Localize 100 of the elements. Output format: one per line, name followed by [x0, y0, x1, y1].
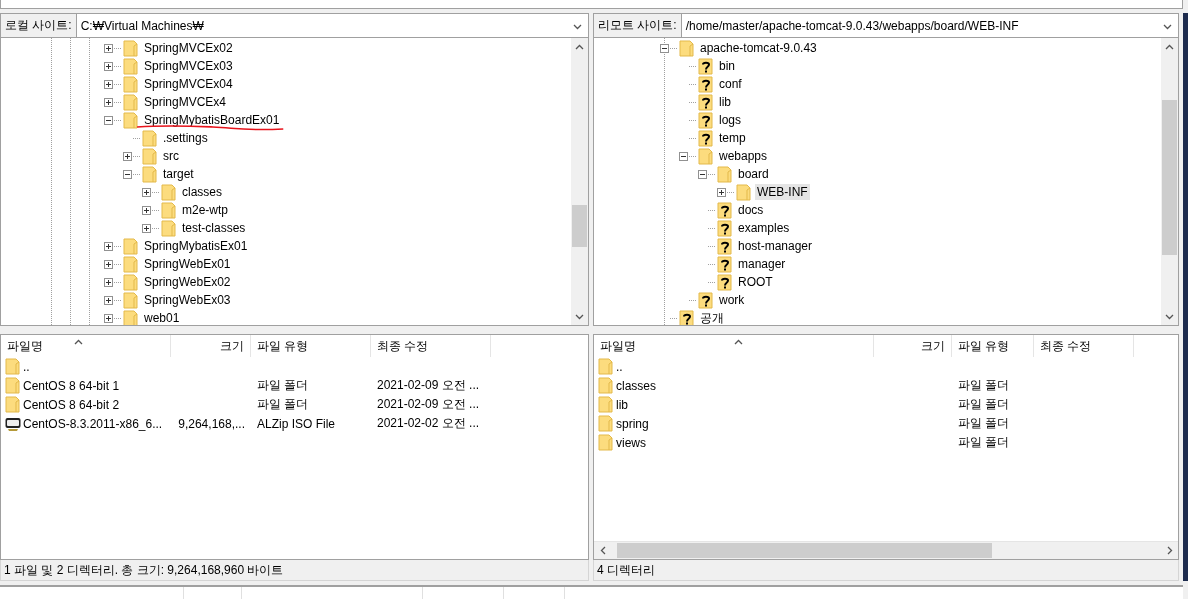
scrollbar-thumb[interactable]	[572, 205, 587, 248]
tree-item[interactable]: SpringWebEx03	[142, 292, 233, 309]
tree-item[interactable]: test-classes	[180, 220, 248, 237]
expand-toggle-icon[interactable]	[717, 187, 726, 197]
tree-item[interactable]: conf	[717, 76, 744, 93]
expand-toggle-icon[interactable]	[104, 277, 113, 287]
folder-icon	[123, 309, 139, 326]
unknown-folder-icon	[679, 309, 695, 326]
tree-item[interactable]: SpringMVCEx04	[142, 76, 235, 93]
path-field[interactable]: C:₩Virtual Machines₩	[76, 14, 567, 38]
modified-date: 2021-02-09 오전 ...	[377, 396, 480, 414]
tree-item[interactable]: .settings	[161, 130, 210, 147]
unknown-folder-icon	[698, 129, 714, 147]
collapse-toggle-icon[interactable]	[660, 43, 669, 53]
expand-toggle-icon[interactable]	[142, 223, 151, 233]
expand-toggle-icon[interactable]	[104, 313, 113, 323]
tree-item[interactable]: SpringMVCEx4	[142, 94, 229, 111]
file-name[interactable]: ..	[23, 359, 30, 374]
tree-item[interactable]: SpringMVCEx03	[142, 58, 235, 75]
column-header[interactable]: 파일명	[594, 335, 874, 358]
file-type: 파일 폴더	[958, 434, 1010, 452]
tree-item[interactable]: work	[717, 292, 747, 309]
expand-toggle-icon[interactable]	[104, 259, 113, 269]
vertical-scrollbar[interactable]	[571, 38, 588, 326]
folder-icon	[717, 165, 733, 183]
tree-item[interactable]: 공개	[698, 308, 726, 326]
expand-toggle-icon[interactable]	[104, 79, 113, 89]
file-name[interactable]: views	[616, 435, 646, 450]
file-name[interactable]: CentOS 8 64-bit 2	[23, 397, 120, 412]
status-text: 1 파일 및 2 디렉터리. 총 크기: 9,264,168,960 바이트	[0, 560, 589, 582]
expand-toggle-icon[interactable]	[104, 61, 113, 71]
tree-item[interactable]: SpringMybatisEx01	[142, 238, 250, 255]
tree-item[interactable]: manager	[736, 256, 788, 273]
file-name[interactable]: CentOS-8.3.2011-x86_6...	[23, 416, 163, 431]
tree-item[interactable]: SpringWebEx01	[142, 256, 233, 273]
tree-item[interactable]: examples	[736, 220, 792, 237]
folder-icon	[123, 111, 139, 129]
expand-toggle-icon[interactable]	[104, 43, 113, 53]
folder-icon	[698, 147, 714, 165]
tree-item[interactable]: webapps	[717, 148, 770, 165]
folder-icon	[161, 201, 177, 219]
column-header[interactable]: 파일 유형	[952, 335, 1034, 358]
file-name[interactable]: classes	[616, 378, 656, 393]
expand-toggle-icon[interactable]	[104, 97, 113, 107]
tree-item[interactable]: SpringMybatisBoardEx01	[142, 112, 282, 129]
tree-item[interactable]: SpringMVCEx02	[142, 40, 235, 57]
expand-toggle-icon[interactable]	[142, 205, 151, 215]
tree-item[interactable]: apache-tomcat-9.0.43	[698, 40, 819, 57]
column-header[interactable]: 최종 수정	[1034, 335, 1134, 358]
expand-toggle-icon[interactable]	[104, 241, 113, 251]
file-name[interactable]: CentOS 8 64-bit 1	[23, 378, 120, 393]
column-header[interactable]: 크기	[874, 335, 952, 358]
tree-item[interactable]: board	[736, 166, 771, 183]
file-name[interactable]: lib	[616, 397, 628, 412]
folder-icon	[161, 183, 177, 201]
expand-toggle-icon[interactable]	[123, 151, 132, 161]
tree-item[interactable]: bin	[717, 58, 737, 75]
folder-icon	[679, 39, 695, 57]
folder-icon	[123, 273, 139, 291]
tree-item[interactable]: target	[161, 166, 196, 183]
tree-item[interactable]: classes	[180, 184, 224, 201]
tree-item[interactable]: SpringWebEx02	[142, 274, 233, 291]
tree-item[interactable]: temp	[717, 130, 748, 147]
file-name[interactable]: ..	[616, 359, 623, 374]
tree-item[interactable]: WEB-INF	[755, 184, 810, 201]
tree-item[interactable]: m2e-wtp	[180, 202, 230, 219]
collapse-toggle-icon[interactable]	[698, 169, 707, 179]
modified-date: 2021-02-09 오전 ...	[377, 377, 480, 395]
file-type: ALZip ISO File	[257, 416, 336, 431]
unknown-folder-icon	[698, 57, 714, 75]
column-header[interactable]: 파일 유형	[251, 335, 371, 358]
folder-icon	[123, 75, 139, 93]
expand-toggle-icon[interactable]	[142, 187, 151, 197]
folder-icon	[123, 255, 139, 273]
folder-icon	[123, 39, 139, 57]
tree-item[interactable]: src	[161, 148, 181, 165]
tree-item[interactable]: ROOT	[736, 274, 775, 291]
tree-item[interactable]: host-manager	[736, 238, 815, 255]
expand-toggle-icon[interactable]	[104, 295, 113, 305]
vertical-scrollbar[interactable]	[1161, 38, 1178, 326]
column-header[interactable]: 최종 수정	[371, 335, 491, 358]
folder-icon	[123, 237, 139, 255]
collapse-toggle-icon[interactable]	[679, 151, 688, 161]
folder-icon	[123, 93, 139, 111]
column-header[interactable]: 파일명	[1, 335, 171, 358]
tree-item[interactable]: web01	[142, 310, 182, 326]
collapse-toggle-icon[interactable]	[104, 115, 113, 125]
collapse-toggle-icon[interactable]	[123, 169, 132, 179]
column-header[interactable]: 크기	[171, 335, 251, 358]
file-name[interactable]: spring	[616, 416, 649, 431]
unknown-folder-icon	[698, 75, 714, 93]
path-field[interactable]: /home/master/apache-tomcat-9.0.43/webapps/board/WEB-INF	[681, 14, 1157, 38]
scrollbar-thumb[interactable]	[1162, 100, 1177, 256]
scrollbar-thumb[interactable]	[617, 543, 992, 559]
horizontal-scrollbar[interactable]	[594, 541, 1178, 560]
tree-item[interactable]: lib	[717, 94, 733, 111]
tree-item[interactable]: docs	[736, 202, 766, 219]
file-type: 파일 폴더	[958, 396, 1010, 414]
tree-item[interactable]: logs	[717, 112, 743, 129]
file-type: 파일 폴더	[958, 377, 1010, 395]
